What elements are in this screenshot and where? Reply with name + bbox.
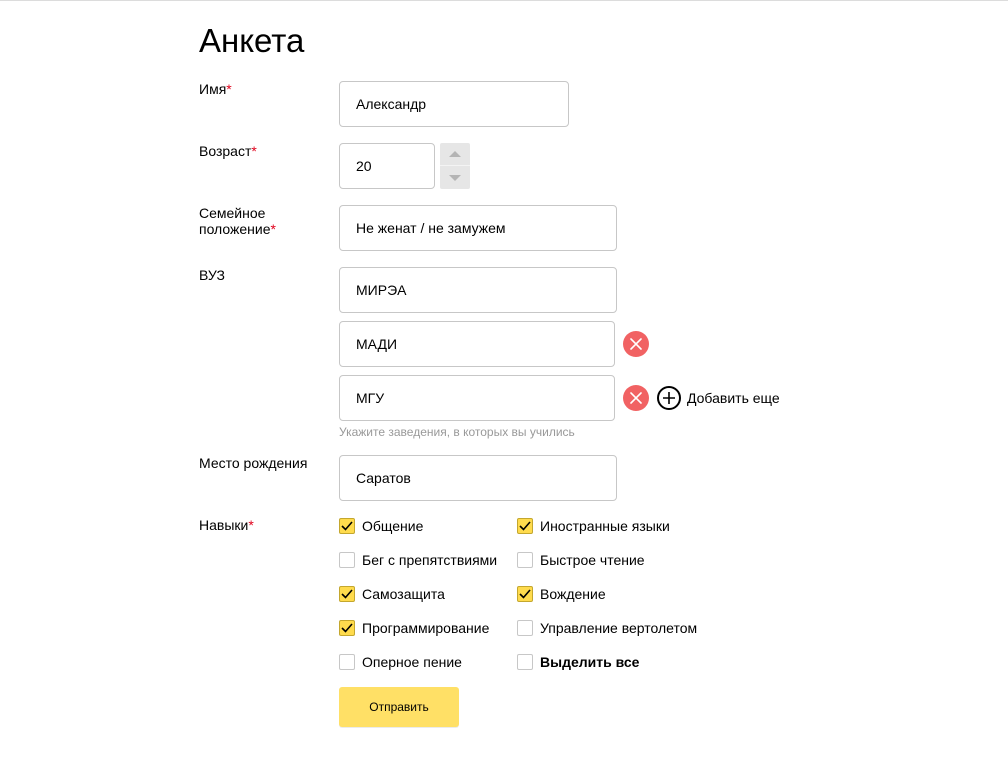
skill-checkbox-helicopter[interactable]: Управление вертолетом: [517, 620, 697, 636]
age-stepper: [440, 143, 470, 189]
university-hint: Укажите заведения, в которых вы учились: [339, 425, 575, 439]
university-input-2[interactable]: [339, 321, 615, 367]
skill-label: Общение: [362, 518, 424, 534]
checkbox[interactable]: [517, 518, 533, 534]
chevron-up-icon: [449, 151, 461, 157]
checkbox[interactable]: [339, 620, 355, 636]
skills-label-text: Навыки: [199, 517, 249, 533]
name-input[interactable]: [339, 81, 569, 127]
skill-checkbox-languages[interactable]: Иностранные языки: [517, 518, 670, 534]
select-all-checkbox[interactable]: Выделить все: [517, 654, 639, 670]
checkbox[interactable]: [517, 586, 533, 602]
stepper-up-button[interactable]: [440, 143, 470, 166]
checkmark-icon: [341, 589, 353, 599]
plus-circle-icon: [657, 386, 681, 410]
remove-university-button[interactable]: [623, 331, 649, 357]
checkbox[interactable]: [339, 586, 355, 602]
checkmark-icon: [519, 589, 531, 599]
skill-label: Управление вертолетом: [540, 620, 698, 636]
stepper-down-button[interactable]: [440, 166, 470, 189]
university-input-3[interactable]: [339, 375, 615, 421]
birthplace-label: Место рождения: [199, 455, 308, 471]
page-title: Анкета: [199, 22, 305, 59]
skills-label: Навыки*: [199, 517, 319, 533]
checkbox[interactable]: [339, 654, 355, 670]
required-mark: *: [270, 221, 276, 237]
skill-checkbox-obstacle-run[interactable]: Бег с препятствиями: [339, 552, 497, 568]
skill-checkbox-programming[interactable]: Программирование: [339, 620, 489, 636]
remove-university-button[interactable]: [623, 385, 649, 411]
add-university-label: Добавить еще: [687, 390, 780, 406]
skill-checkbox-self-defense[interactable]: Самозащита: [339, 586, 445, 602]
close-icon: [630, 392, 642, 404]
checkmark-icon: [519, 521, 531, 531]
close-icon: [630, 338, 642, 350]
skill-label: Вождение: [540, 586, 606, 602]
skill-label: Оперное пение: [362, 654, 462, 670]
checkbox[interactable]: [339, 552, 355, 568]
select-all-label: Выделить все: [540, 654, 640, 670]
add-university-button[interactable]: Добавить еще: [657, 386, 780, 410]
university-input-1[interactable]: [339, 267, 617, 313]
skill-checkbox-driving[interactable]: Вождение: [517, 586, 606, 602]
required-mark: *: [248, 517, 254, 533]
age-label: Возраст*: [199, 143, 319, 159]
checkmark-icon: [341, 623, 353, 633]
submit-button[interactable]: Отправить: [339, 687, 459, 727]
skill-label: Бег с препятствиями: [362, 552, 498, 568]
checkbox[interactable]: [339, 518, 355, 534]
required-mark: *: [226, 81, 232, 97]
skill-label: Быстрое чтение: [540, 552, 645, 568]
age-label-text: Возраст: [199, 143, 252, 159]
marital-input[interactable]: [339, 205, 617, 251]
marital-label-line1: Семейное: [199, 205, 266, 221]
skill-checkbox-opera[interactable]: Оперное пение: [339, 654, 462, 670]
checkbox[interactable]: [517, 552, 533, 568]
name-label: Имя*: [199, 81, 319, 97]
skill-checkbox-speed-reading[interactable]: Быстрое чтение: [517, 552, 645, 568]
birthplace-input[interactable]: [339, 455, 617, 501]
required-mark: *: [251, 143, 257, 159]
marital-label: Семейное положение*: [199, 205, 319, 237]
age-input[interactable]: [339, 143, 435, 189]
skill-checkbox-communication[interactable]: Общение: [339, 518, 423, 534]
checkbox[interactable]: [517, 654, 533, 670]
skill-label: Иностранные языки: [540, 518, 670, 534]
university-label: ВУЗ: [199, 267, 225, 283]
marital-label-line2: положение: [199, 221, 271, 237]
checkbox[interactable]: [517, 620, 533, 636]
name-label-text: Имя: [199, 81, 227, 97]
checkmark-icon: [341, 521, 353, 531]
chevron-down-icon: [449, 174, 461, 181]
skill-label: Программирование: [362, 620, 490, 636]
skill-label: Самозащита: [362, 586, 445, 602]
